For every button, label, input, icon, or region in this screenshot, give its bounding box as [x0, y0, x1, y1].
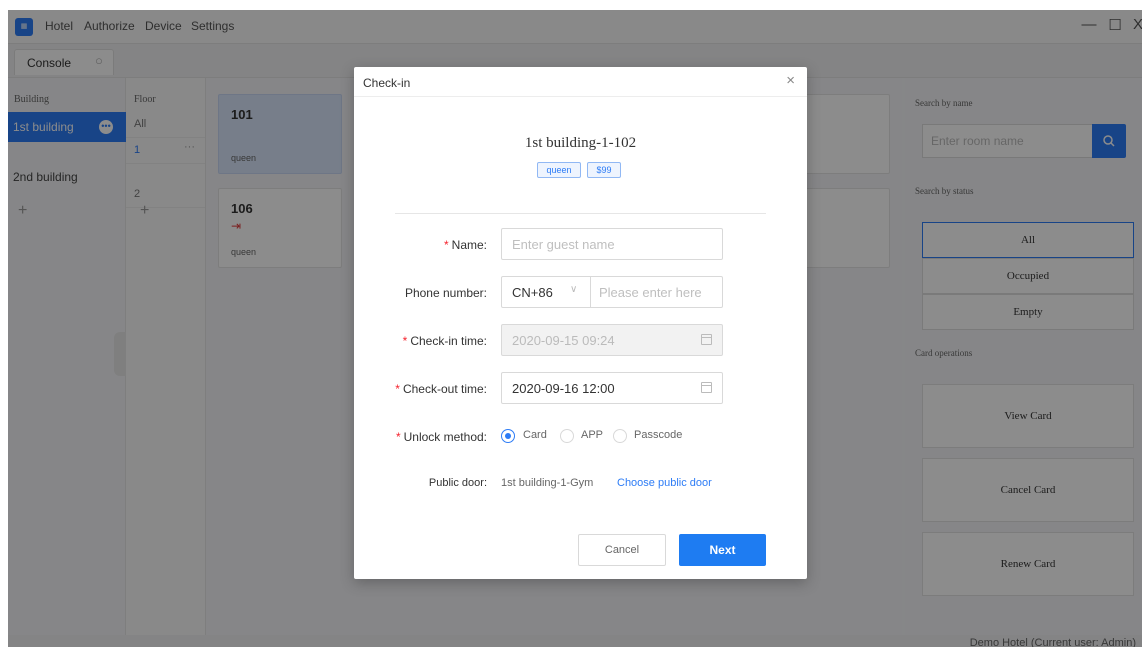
guest-name-input[interactable]: Enter guest name — [501, 228, 723, 260]
required-marker: * — [402, 334, 408, 348]
checkout-time-value: 2020-09-16 12:00 — [512, 381, 615, 396]
country-code-select[interactable]: CN+86 ∨ — [502, 277, 591, 307]
unlock-passcode-label[interactable]: Passcode — [634, 429, 682, 441]
phone-label: Phone number: — [404, 286, 487, 300]
checkin-dialog: Check-in × 1st building-1-102 queen $99 … — [354, 67, 807, 579]
unlock-method-label-text: Unlock method: — [403, 430, 487, 444]
country-code-value: CN+86 — [512, 285, 553, 300]
checkout-label-text: Check-out time: — [402, 382, 487, 396]
required-marker: * — [395, 430, 401, 444]
guest-name-placeholder: Enter guest name — [512, 237, 615, 252]
cancel-button[interactable]: Cancel — [578, 534, 666, 566]
close-icon[interactable]: × — [786, 72, 795, 89]
divider — [395, 213, 766, 214]
public-door-label: Public door: — [428, 477, 487, 489]
unlock-method-label: * Unlock method: — [396, 430, 487, 444]
unlock-app-radio[interactable] — [560, 429, 574, 443]
calendar-icon[interactable] — [701, 382, 712, 393]
unlock-app-label[interactable]: APP — [581, 429, 603, 441]
unlock-card-label[interactable]: Card — [523, 429, 547, 441]
calendar-icon — [701, 334, 712, 345]
dialog-title: Check-in — [363, 76, 411, 90]
next-button[interactable]: Next — [679, 534, 766, 566]
dialog-header: Check-in × — [354, 67, 807, 97]
chevron-down-icon: ∨ — [570, 284, 578, 295]
checkout-label: * Check-out time: — [395, 382, 487, 396]
name-label-text: Name: — [451, 238, 487, 252]
checkin-label: * Check-in time: — [403, 334, 487, 348]
room-type-tag: queen — [537, 162, 581, 178]
checkin-time-value: 2020-09-15 09:24 — [512, 333, 615, 348]
unlock-card-radio[interactable] — [501, 429, 515, 443]
room-price-tag: $99 — [587, 162, 621, 178]
required-marker: * — [443, 238, 449, 252]
checkout-time-input[interactable]: 2020-09-16 12:00 — [501, 372, 723, 404]
checkin-label-text: Check-in time: — [410, 334, 487, 348]
unlock-passcode-radio[interactable] — [613, 429, 627, 443]
room-title: 1st building-1-102 — [524, 135, 637, 151]
choose-public-door-link[interactable]: Choose public door — [617, 477, 712, 489]
public-door-value: 1st building-1-Gym — [501, 477, 594, 489]
name-label: * Name: — [444, 238, 487, 252]
phone-field: CN+86 ∨ Please enter here — [501, 276, 723, 308]
phone-number-input[interactable]: Please enter here — [599, 285, 702, 300]
required-marker: * — [395, 382, 400, 396]
checkin-time-input: 2020-09-15 09:24 — [501, 324, 723, 356]
